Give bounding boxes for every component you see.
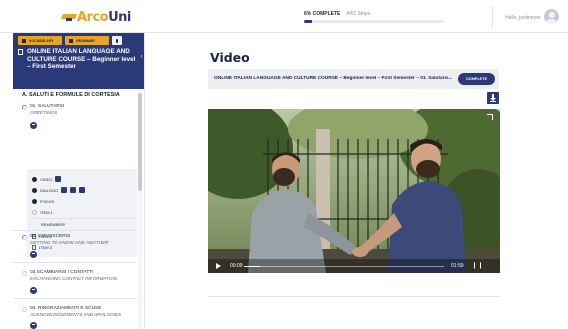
user-greeting[interactable]: Hello, jsolmecer [505,15,541,21]
course-title-text: ONLINE ITALIAN LANGUAGE AND CULTURE COUR… [27,48,136,71]
list-item[interactable]: FOCUS [32,197,54,205]
complete-button[interactable]: COMPLETE [458,73,495,85]
download-icon[interactable] [55,176,62,182]
breadcrumb-text: ONLINE ITALIAN LANGUAGE AND CULTURE COUR… [214,76,453,81]
progress-label: 6% COMPLETE 4/61 Steps [304,11,444,17]
divider [13,262,137,263]
video-frame [208,109,500,273]
fullscreen-icon[interactable] [487,114,493,120]
section-title: A. SALUTI E FORMULE DI CORTESIA [22,92,120,98]
item-label: REMEMBER! [41,221,66,227]
item-label: FOCUS [40,198,54,204]
volume-icon[interactable] [474,262,481,269]
progress-ring-icon [22,235,27,240]
progress-percent: 6% COMPLETE [304,11,341,17]
breadcrumb: ONLINE ITALIAN LANGUAGE AND CULTURE COUR… [208,69,499,89]
lesson-title: 01. SALUTARSI [30,104,65,109]
lesson-subtitle: EXCHANGING CONTACT INFORMATION [30,276,118,281]
lesson-title: 03.SCAMBIARSI I CONTATTI [30,270,94,275]
book-icon [22,38,26,43]
current-time: 00:09 [230,263,243,269]
progress-bar [304,20,444,23]
seek-bar[interactable] [244,266,444,267]
progress-steps: 4/61 Steps [346,11,371,17]
check-icon [32,187,37,193]
divider [13,298,137,299]
list-item[interactable]: REMEMBER! [41,220,65,228]
collapse-sidebar-button[interactable]: ‹ [137,53,144,62]
course-progress: 6% COMPLETE 4/61 Steps [304,11,444,23]
app-window: ArcoUni 6% COMPLETE 4/61 Steps Hello, js… [0,0,568,329]
grammar-label: GRAMMAR [76,38,95,43]
progress-fill [304,20,313,23]
progress-ring-icon [22,105,27,110]
grammar-button[interactable]: GRAMMAR [65,36,109,45]
progress-ring-icon [22,271,27,276]
page-title: Video [210,50,250,65]
list-item[interactable]: ITEM 1 [32,208,53,216]
scrollbar-thumb[interactable] [138,93,142,191]
expand-lesson-button[interactable] [30,287,37,294]
expand-lesson-button[interactable] [30,322,37,329]
vocabulary-label: VOCABULARY [29,38,54,43]
microphone-icon [116,38,118,43]
book-icon [69,38,73,43]
video-controls: 00:09 01:59 [208,259,500,273]
divider [13,230,137,231]
expand-lesson-button[interactable] [30,251,37,258]
play-icon[interactable] [216,263,221,269]
video-player[interactable]: 00:09 01:59 [208,109,500,273]
quiz-icon [32,244,36,250]
logo-text: ArcoUni [77,10,131,25]
top-divider [492,6,493,28]
audio-icon[interactable] [70,187,77,193]
divider [208,296,500,297]
seek-bar-fill [244,266,260,267]
lesson-subtitle: ACKNOWLEDGEMENTS AND APOLOGIES [30,312,122,317]
list-item[interactable]: VIDEO [32,175,62,183]
item-label: ITEM 3 [39,244,52,250]
logo[interactable]: ArcoUni [62,8,131,26]
avatar[interactable] [544,9,559,24]
logo-text-arco: Arco [77,9,109,25]
lesson-subtitle: GETTING TO KNOW ONE ANOTHER [30,240,109,245]
item-label: DIALOGO [40,187,59,193]
check-icon [32,176,37,182]
course-title: ONLINE ITALIAN LANGUAGE AND CULTURE COUR… [18,48,136,71]
lesson-subtitle: GREETINGS [30,110,58,115]
chevron-left-icon: ‹ [140,54,143,60]
top-bar: ArcoUni 6% COMPLETE 4/61 Steps Hello, js… [0,0,568,33]
lesson-title: 02. CONOSCERSI [30,234,71,239]
document-icon[interactable] [61,187,68,193]
microphone-button[interactable] [112,36,122,45]
download-button[interactable] [487,92,499,104]
sidebar: VOCABULARY GRAMMAR ONLINE ITALIAN LANGUA… [0,33,145,329]
lesson-title: 04. RINGRAZIAMENTI E SCUSE [30,306,102,311]
logo-text-uni: Uni [108,9,131,25]
download-icon[interactable] [79,187,86,193]
graduation-cap-icon [62,12,76,22]
divider [30,218,134,219]
download-icon [490,101,496,102]
check-icon [32,198,37,204]
item-label: VIDEO [40,176,53,182]
progress-ring-icon [22,307,27,312]
document-icon [18,49,23,55]
resource-buttons: VOCABULARY GRAMMAR [18,36,122,45]
item-label: ITEM 1 [40,209,53,215]
list-item[interactable]: DIALOGO [32,186,86,194]
collapse-lesson-button[interactable] [30,122,37,129]
circle-icon [32,209,37,215]
vocabulary-button[interactable]: VOCABULARY [18,36,62,45]
total-time: 01:59 [451,263,464,269]
course-header: VOCABULARY GRAMMAR ONLINE ITALIAN LANGUA… [13,33,144,89]
